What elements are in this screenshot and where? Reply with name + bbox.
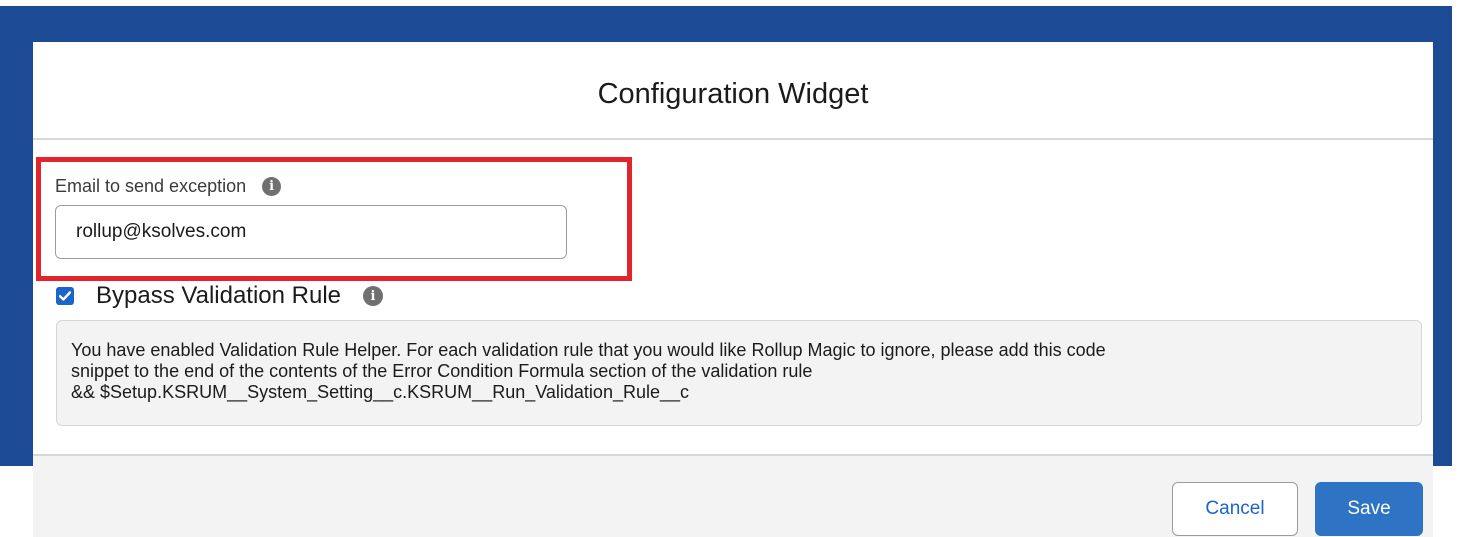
email-field-label: Email to send exception [55, 176, 247, 196]
modal-footer: Cancel Save [33, 454, 1433, 537]
checkmark-icon [59, 291, 71, 301]
info-icon[interactable]: i [363, 286, 384, 306]
save-button[interactable]: Save [1315, 482, 1423, 536]
message-line: You have enabled Validation Rule Helper.… [71, 340, 1106, 360]
bypass-validation-checkbox[interactable] [56, 287, 74, 305]
bypass-validation-label: Bypass Validation Rule [96, 282, 342, 309]
configuration-modal: Configuration Widget Email to send excep… [33, 42, 1433, 537]
cancel-button[interactable]: Cancel [1172, 482, 1298, 536]
email-field-label-row: Email to send exception i [55, 176, 282, 197]
email-field[interactable] [55, 205, 567, 259]
validation-helper-message: You have enabled Validation Rule Helper.… [56, 320, 1422, 426]
modal-title: Configuration Widget [597, 77, 869, 110]
message-line: && $Setup.KSRUM__System_Setting__c.KSRUM… [71, 382, 690, 402]
message-line: snippet to the end of the contents of th… [71, 361, 813, 381]
bypass-validation-row: Bypass Validation Rule i [56, 282, 384, 310]
modal-header: Configuration Widget [33, 42, 1433, 140]
info-icon[interactable]: i [262, 177, 282, 196]
